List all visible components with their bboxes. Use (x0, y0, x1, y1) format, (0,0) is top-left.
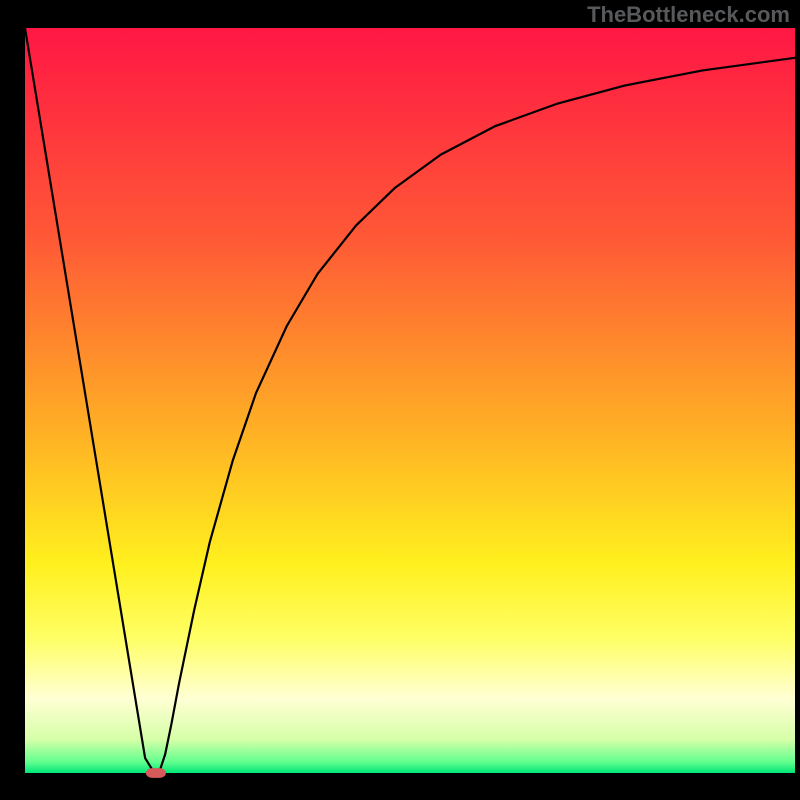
watermark-text: TheBottleneck.com (587, 2, 790, 28)
min-marker (146, 768, 166, 778)
plot-background (25, 28, 795, 773)
chart-frame: TheBottleneck.com (0, 0, 800, 800)
chart-svg (0, 0, 800, 800)
